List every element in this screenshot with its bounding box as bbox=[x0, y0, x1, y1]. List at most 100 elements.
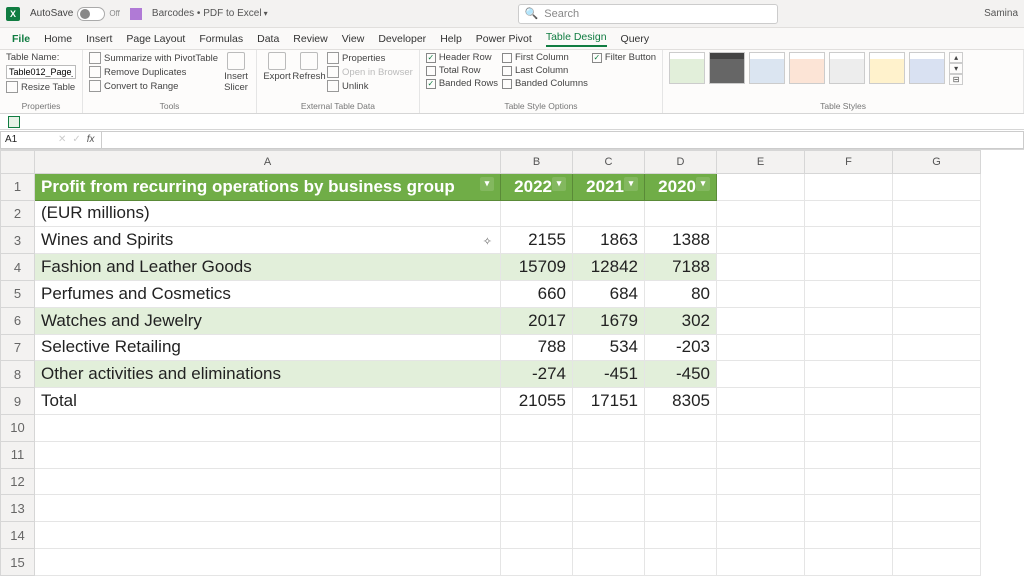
cell[interactable] bbox=[805, 388, 893, 415]
cell[interactable] bbox=[805, 415, 893, 442]
col-header[interactable]: D bbox=[645, 151, 717, 174]
cell[interactable]: 788 bbox=[501, 334, 573, 361]
cell[interactable]: -274 bbox=[501, 361, 573, 388]
cell[interactable] bbox=[717, 173, 805, 200]
tab-data[interactable]: Data bbox=[257, 33, 279, 45]
row-header[interactable]: 4 bbox=[1, 254, 35, 281]
cell[interactable] bbox=[805, 495, 893, 522]
autosave-toggle[interactable]: AutoSave Off bbox=[30, 7, 120, 21]
styles-scroll-down[interactable]: ▾ bbox=[949, 63, 963, 74]
cell[interactable] bbox=[501, 415, 573, 442]
save-icon[interactable] bbox=[130, 8, 142, 20]
cell[interactable]: Wines and Spirits bbox=[35, 227, 501, 254]
styles-more[interactable]: ⊟ bbox=[949, 74, 963, 85]
cell[interactable] bbox=[35, 495, 501, 522]
cell[interactable]: 660 bbox=[501, 280, 573, 307]
total-row-checkbox[interactable]: Total Row bbox=[426, 65, 498, 76]
cell[interactable] bbox=[893, 522, 981, 549]
table-style-swatch[interactable] bbox=[789, 52, 825, 84]
cell[interactable] bbox=[35, 522, 501, 549]
cell[interactable]: 684 bbox=[573, 280, 645, 307]
cell[interactable] bbox=[717, 254, 805, 281]
cell[interactable]: 2017 bbox=[501, 307, 573, 334]
cell[interactable] bbox=[501, 522, 573, 549]
table-style-swatch[interactable] bbox=[669, 52, 705, 84]
cell[interactable]: Selective Retailing bbox=[35, 334, 501, 361]
cell[interactable] bbox=[501, 495, 573, 522]
cell[interactable] bbox=[893, 280, 981, 307]
cell[interactable]: 1863 bbox=[573, 227, 645, 254]
cell[interactable] bbox=[805, 254, 893, 281]
cell[interactable] bbox=[893, 200, 981, 227]
row-header[interactable]: 10 bbox=[1, 415, 35, 442]
cell[interactable] bbox=[893, 307, 981, 334]
cell[interactable]: 21055 bbox=[501, 388, 573, 415]
tab-developer[interactable]: Developer bbox=[378, 33, 426, 45]
table-properties-button[interactable]: Properties bbox=[327, 52, 413, 64]
search-input[interactable]: 🔍 Search bbox=[518, 4, 778, 24]
tab-help[interactable]: Help bbox=[440, 33, 462, 45]
cell[interactable]: 1388 bbox=[645, 227, 717, 254]
row-header[interactable]: 11 bbox=[1, 441, 35, 468]
cell[interactable] bbox=[805, 334, 893, 361]
cell[interactable] bbox=[717, 307, 805, 334]
tab-table-design[interactable]: Table Design bbox=[546, 31, 607, 47]
banded-rows-checkbox[interactable]: ✓Banded Rows bbox=[426, 78, 498, 89]
cell[interactable] bbox=[35, 415, 501, 442]
cell[interactable] bbox=[893, 173, 981, 200]
banded-columns-checkbox[interactable]: Banded Columns bbox=[502, 78, 588, 89]
cell[interactable] bbox=[717, 441, 805, 468]
cell[interactable]: Watches and Jewelry bbox=[35, 307, 501, 334]
tab-review[interactable]: Review bbox=[293, 33, 327, 45]
cell[interactable] bbox=[805, 549, 893, 576]
summarize-pivot-button[interactable]: Summarize with PivotTable bbox=[89, 52, 218, 64]
cell[interactable]: 15709 bbox=[501, 254, 573, 281]
cell[interactable] bbox=[645, 200, 717, 227]
cell[interactable] bbox=[501, 468, 573, 495]
cell[interactable] bbox=[645, 415, 717, 442]
cell[interactable] bbox=[805, 307, 893, 334]
formula-input[interactable] bbox=[102, 131, 1024, 149]
table-header-cell[interactable]: 2021▾ bbox=[573, 173, 645, 200]
table-style-swatch[interactable] bbox=[909, 52, 945, 84]
col-header[interactable]: E bbox=[717, 151, 805, 174]
cell[interactable] bbox=[573, 200, 645, 227]
row-header[interactable]: 2 bbox=[1, 200, 35, 227]
fx-icon[interactable]: fx bbox=[87, 134, 95, 145]
cell[interactable] bbox=[717, 361, 805, 388]
cell[interactable] bbox=[35, 441, 501, 468]
header-row-checkbox[interactable]: ✓Header Row bbox=[426, 52, 498, 63]
filter-dropdown-icon[interactable]: ▾ bbox=[480, 177, 494, 191]
unlink-button[interactable]: Unlink bbox=[327, 80, 413, 92]
refresh-button[interactable]: Refresh bbox=[295, 52, 323, 82]
convert-range-button[interactable]: Convert to Range bbox=[89, 80, 218, 92]
col-header[interactable]: B bbox=[501, 151, 573, 174]
table-header-cell[interactable]: 2022▾ bbox=[501, 173, 573, 200]
cell[interactable] bbox=[573, 549, 645, 576]
insert-slicer-button[interactable]: Insert Slicer bbox=[222, 52, 250, 93]
cell[interactable] bbox=[645, 468, 717, 495]
cell[interactable]: -450 bbox=[645, 361, 717, 388]
cell[interactable] bbox=[573, 495, 645, 522]
row-header[interactable]: 13 bbox=[1, 495, 35, 522]
row-header[interactable]: 7 bbox=[1, 334, 35, 361]
cell[interactable] bbox=[35, 468, 501, 495]
filter-button-checkbox[interactable]: ✓Filter Button bbox=[592, 52, 656, 63]
tab-home[interactable]: Home bbox=[44, 33, 72, 45]
cell[interactable]: Fashion and Leather Goods bbox=[35, 254, 501, 281]
cell[interactable]: 17151 bbox=[573, 388, 645, 415]
cell[interactable] bbox=[501, 200, 573, 227]
cell[interactable] bbox=[717, 415, 805, 442]
cell[interactable]: 12842 bbox=[573, 254, 645, 281]
cell[interactable] bbox=[893, 227, 981, 254]
row-header[interactable]: 3 bbox=[1, 227, 35, 254]
row-header[interactable]: 14 bbox=[1, 522, 35, 549]
cell[interactable]: 534 bbox=[573, 334, 645, 361]
cell[interactable] bbox=[893, 254, 981, 281]
cell[interactable] bbox=[805, 441, 893, 468]
filter-dropdown-icon[interactable]: ▾ bbox=[552, 177, 566, 191]
row-header[interactable]: 8 bbox=[1, 361, 35, 388]
tab-query[interactable]: Query bbox=[621, 33, 650, 45]
cell[interactable]: Total bbox=[35, 388, 501, 415]
cell[interactable]: 80 bbox=[645, 280, 717, 307]
